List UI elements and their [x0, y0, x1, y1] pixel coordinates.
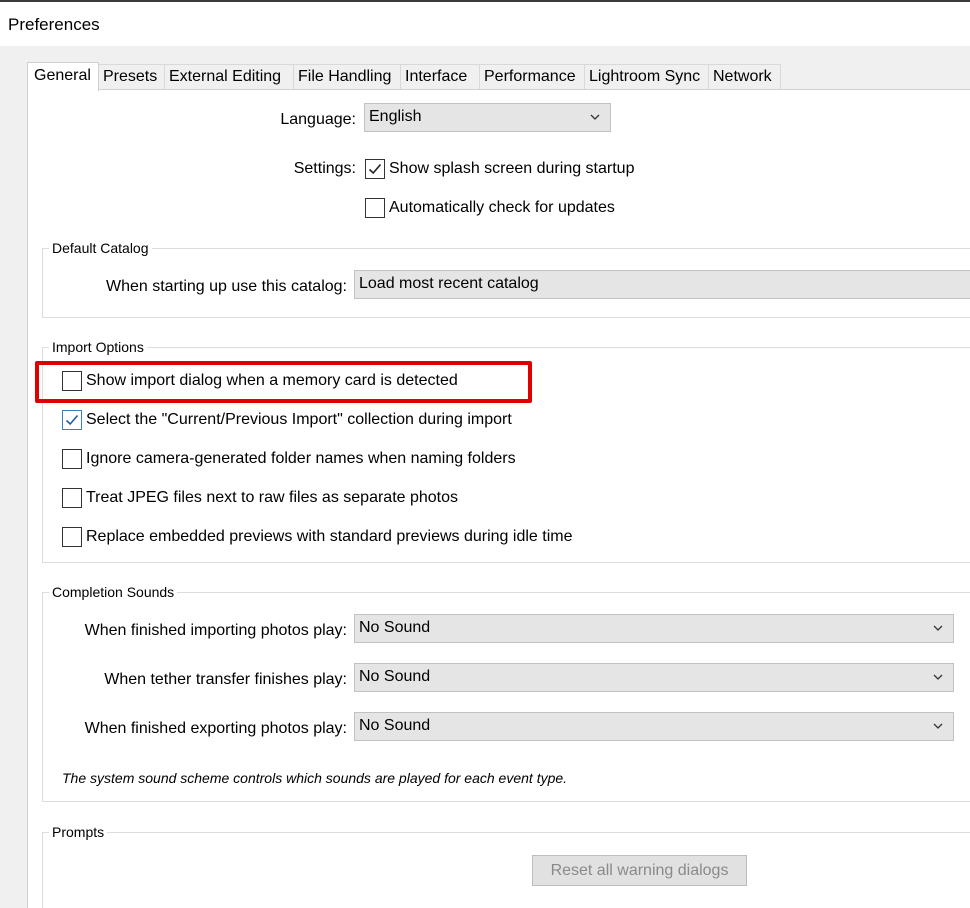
tab-presets[interactable]: Presets — [98, 64, 165, 90]
replace-previews-label: Replace embedded previews with standard … — [86, 528, 573, 545]
ignore-folder-names-checkbox[interactable] — [62, 449, 82, 469]
export-sound-label: When finished exporting photos play: — [84, 720, 347, 737]
splash-checkbox[interactable] — [365, 159, 385, 179]
language-value: English — [369, 108, 422, 125]
select-current-import-checkbox[interactable] — [62, 410, 82, 430]
tab-network[interactable]: Network — [708, 64, 781, 90]
import-sound-label: When finished importing photos play: — [84, 622, 347, 639]
ignore-folder-names-label: Ignore camera-generated folder names whe… — [86, 450, 516, 467]
treat-jpeg-checkbox[interactable] — [62, 488, 82, 508]
catalog-value: Load most recent catalog — [359, 275, 539, 292]
select-current-import-label: Select the "Current/Previous Import" col… — [86, 411, 512, 428]
tether-sound-value: No Sound — [359, 668, 431, 685]
group-label: Prompts — [49, 824, 108, 840]
tether-sound-select[interactable]: No Sound — [354, 663, 954, 692]
treat-jpeg-label: Treat JPEG files next to raw files as se… — [86, 489, 459, 506]
export-sound-select[interactable]: No Sound — [354, 712, 954, 741]
chevron-down-icon — [933, 674, 943, 680]
chevron-down-icon — [933, 625, 943, 631]
import-sound-select[interactable]: No Sound — [354, 614, 954, 643]
updates-checkbox[interactable] — [365, 198, 385, 218]
title-bar: Preferences — [0, 2, 970, 46]
tab-lightroom-sync[interactable]: Lightroom Sync — [584, 64, 709, 90]
chevron-down-icon — [590, 114, 600, 120]
checkmark-icon — [368, 163, 382, 175]
window-title: Preferences — [8, 15, 100, 34]
tether-sound-label: When tether transfer finishes play: — [104, 671, 347, 688]
tab-general[interactable]: General — [27, 62, 99, 91]
group-label: Completion Sounds — [49, 584, 178, 600]
tab-file-handling[interactable]: File Handling — [293, 64, 401, 90]
catalog-label: When starting up use this catalog: — [105, 278, 347, 295]
language-label: Language: — [280, 111, 356, 128]
settings-label: Settings: — [293, 160, 356, 177]
red-highlight-box — [35, 361, 532, 403]
group-label: Default Catalog — [49, 240, 152, 256]
updates-label: Automatically check for updates — [389, 199, 615, 216]
catalog-select[interactable]: Load most recent catalog — [354, 270, 970, 299]
group-label: Import Options — [49, 339, 147, 355]
reset-warning-dialogs-button[interactable]: Reset all warning dialogs — [532, 855, 747, 886]
tab-interface[interactable]: Interface — [400, 64, 480, 90]
checkmark-icon — [65, 414, 79, 426]
prompts-group: Prompts — [42, 824, 970, 908]
splash-label: Show splash screen during startup — [389, 160, 635, 177]
language-select[interactable]: English — [364, 103, 611, 132]
replace-previews-checkbox[interactable] — [62, 527, 82, 547]
export-sound-value: No Sound — [359, 717, 431, 734]
import-sound-value: No Sound — [359, 619, 431, 636]
tab-external-editing[interactable]: External Editing — [164, 64, 294, 90]
sound-scheme-note: The system sound scheme controls which s… — [62, 770, 568, 786]
tab-performance[interactable]: Performance — [479, 64, 585, 90]
chevron-down-icon — [933, 723, 943, 729]
